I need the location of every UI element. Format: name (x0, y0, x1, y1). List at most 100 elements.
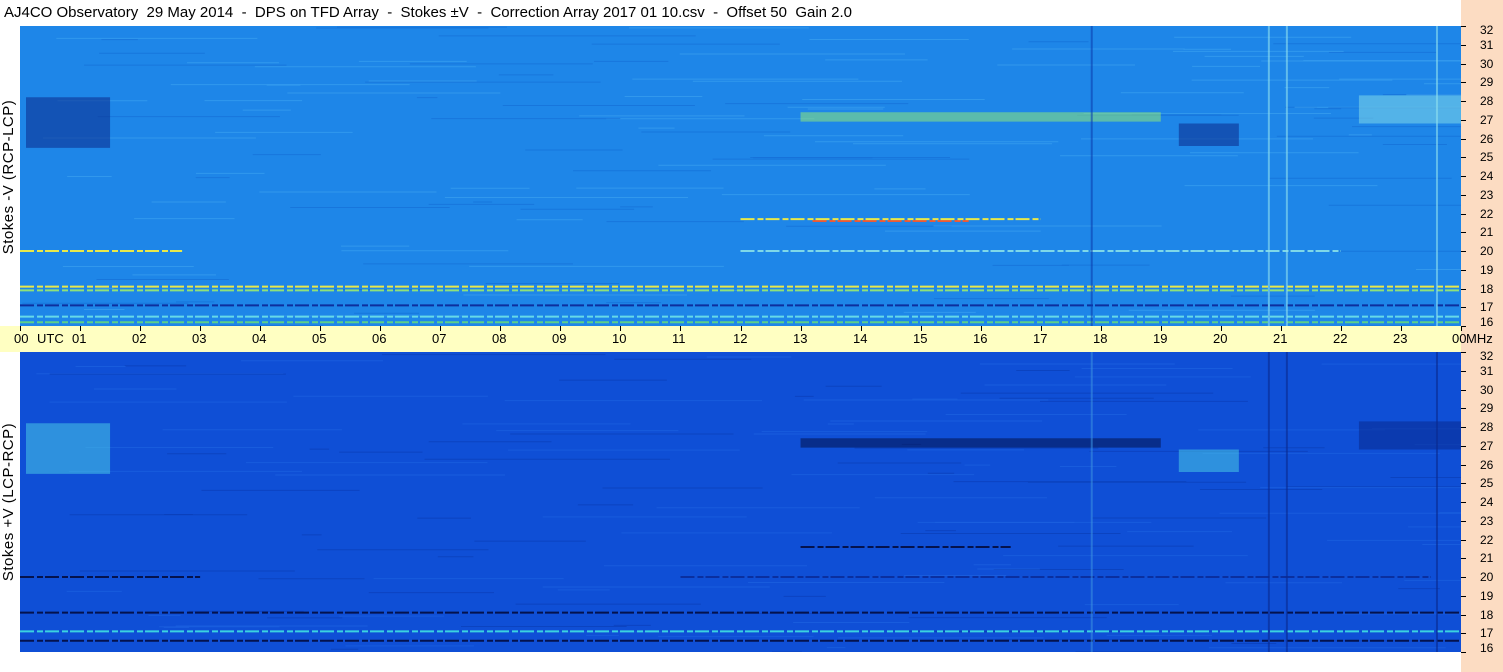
x-tick-label: 15 (913, 331, 928, 346)
utc-axis-band (0, 326, 1461, 352)
x-tick-label: 20 (1213, 331, 1228, 346)
frequency-tick-mark (1461, 352, 1466, 353)
frequency-tick-mark (1461, 157, 1466, 158)
frequency-tick-label: 30 (1480, 383, 1494, 397)
spectrogram-bottom-svg (20, 352, 1461, 652)
frequency-tick-label: 21 (1480, 551, 1494, 565)
frequency-tick-label: 18 (1480, 282, 1494, 296)
frequency-tick-mark (1461, 195, 1466, 196)
frequency-tick-mark (1461, 139, 1466, 140)
frequency-tick-label: 25 (1480, 150, 1494, 164)
frequency-tick-mark (1461, 101, 1466, 102)
frequency-tick-label: 23 (1480, 188, 1494, 202)
frequency-tick-label: 16 (1480, 315, 1494, 329)
frequency-tick-label: 28 (1480, 94, 1494, 108)
frequency-tick-mark (1461, 483, 1466, 484)
frequency-tick-mark (1461, 307, 1466, 308)
frequency-tick-mark (1461, 120, 1466, 121)
emission-patch (800, 438, 1161, 448)
frequency-tick-label: 20 (1480, 570, 1494, 584)
frequency-tick-mark (1461, 427, 1466, 428)
frequency-tick-mark (1461, 251, 1466, 252)
frequency-tick-label: 20 (1480, 244, 1494, 258)
frequency-tick-label: 16 (1480, 641, 1494, 655)
frequency-tick-mark (1461, 615, 1466, 616)
frequency-tick-mark (1461, 232, 1466, 233)
emission-patch (800, 112, 1161, 122)
frequency-tick-label: 24 (1480, 495, 1494, 509)
x-tick-label: 13 (793, 331, 808, 346)
emission-patch (1178, 449, 1239, 472)
x-tick-label: 08 (492, 331, 507, 346)
frequency-tick-label: 27 (1480, 113, 1494, 127)
emission-patch (26, 97, 111, 148)
frequency-tick-mark (1461, 45, 1466, 46)
spectrogram-top-svg (20, 26, 1461, 326)
frequency-tick-mark (1461, 558, 1466, 559)
x-tick-label: 10 (612, 331, 627, 346)
frequency-tick-mark (1461, 371, 1466, 372)
spectrogram-background (20, 26, 1461, 326)
frequency-tick-mark (1461, 64, 1466, 65)
x-tick-label: 05 (312, 331, 327, 346)
frequency-tick-mark (1461, 214, 1466, 215)
frequency-tick-mark (1461, 633, 1466, 634)
spectrogram-stokes-plus-v (20, 352, 1461, 652)
x-tick-label: 18 (1093, 331, 1108, 346)
x-tick-label: 11 (672, 331, 686, 346)
x-tick-label: 19 (1153, 331, 1168, 346)
frequency-tick-mark (1461, 26, 1466, 27)
frequency-tick-label: 31 (1480, 364, 1494, 378)
x-tick-label: 16 (973, 331, 988, 346)
frequency-tick-mark (1461, 176, 1466, 177)
x-tick-label: 09 (552, 331, 567, 346)
frequency-tick-label: 23 (1480, 514, 1494, 528)
spectrogram-stokes-minus-v (20, 26, 1461, 326)
frequency-tick-mark (1461, 326, 1466, 327)
x-tick-label: 14 (853, 331, 868, 346)
frequency-tick-mark (1461, 390, 1466, 391)
frequency-tick-label: 26 (1480, 458, 1494, 472)
frequency-tick-label: 22 (1480, 533, 1494, 547)
frequency-tick-mark (1461, 289, 1466, 290)
frequency-tick-label: 26 (1480, 132, 1494, 146)
x-tick-label: 01 (72, 331, 87, 346)
frequency-tick-mark (1461, 270, 1466, 271)
frequency-tick-label: 28 (1480, 420, 1494, 434)
frequency-tick-label: 21 (1480, 225, 1494, 239)
frequency-tick-mark (1461, 446, 1466, 447)
y-axis-label-bottom: Stokes +V (LCP-RCP) (0, 422, 17, 582)
frequency-tick-label: 19 (1480, 263, 1494, 277)
frequency-tick-label: 17 (1480, 300, 1494, 314)
frequency-tick-mark (1461, 502, 1466, 503)
x-tick-label: 04 (252, 331, 267, 346)
x-tick-label: 23 (1393, 331, 1408, 346)
emission-patch (26, 423, 111, 474)
utc-unit-label: UTC (37, 331, 64, 346)
y-axis-label-top: Stokes -V (RCP-LCP) (0, 99, 17, 255)
frequency-tick-label: 18 (1480, 608, 1494, 622)
x-tick-label: 00 (1452, 331, 1467, 346)
emission-patch (1178, 123, 1239, 146)
frequency-tick-mark (1461, 408, 1466, 409)
frequency-tick-mark (1461, 596, 1466, 597)
frequency-tick-mark (1461, 540, 1466, 541)
x-tick-label: 00 (14, 331, 29, 346)
frequency-tick-label: 32 (1480, 23, 1494, 37)
frequency-tick-label: 29 (1480, 75, 1494, 89)
frequency-tick-label: 31 (1480, 38, 1494, 52)
x-tick-label: 02 (132, 331, 147, 346)
emission-patch (1358, 421, 1461, 450)
frequency-tick-mark (1461, 521, 1466, 522)
frequency-tick-label: 27 (1480, 439, 1494, 453)
x-tick-label: 22 (1333, 331, 1348, 346)
frequency-tick-label: 22 (1480, 207, 1494, 221)
frequency-tick-mark (1461, 577, 1466, 578)
x-tick-label: 12 (733, 331, 748, 346)
frequency-tick-mark (1461, 82, 1466, 83)
frequency-tick-label: 19 (1480, 589, 1494, 603)
frequency-tick-mark (1461, 652, 1466, 653)
frequency-tick-label: 29 (1480, 401, 1494, 415)
frequency-tick-label: 32 (1480, 349, 1494, 363)
spectrogram-background (20, 352, 1461, 652)
